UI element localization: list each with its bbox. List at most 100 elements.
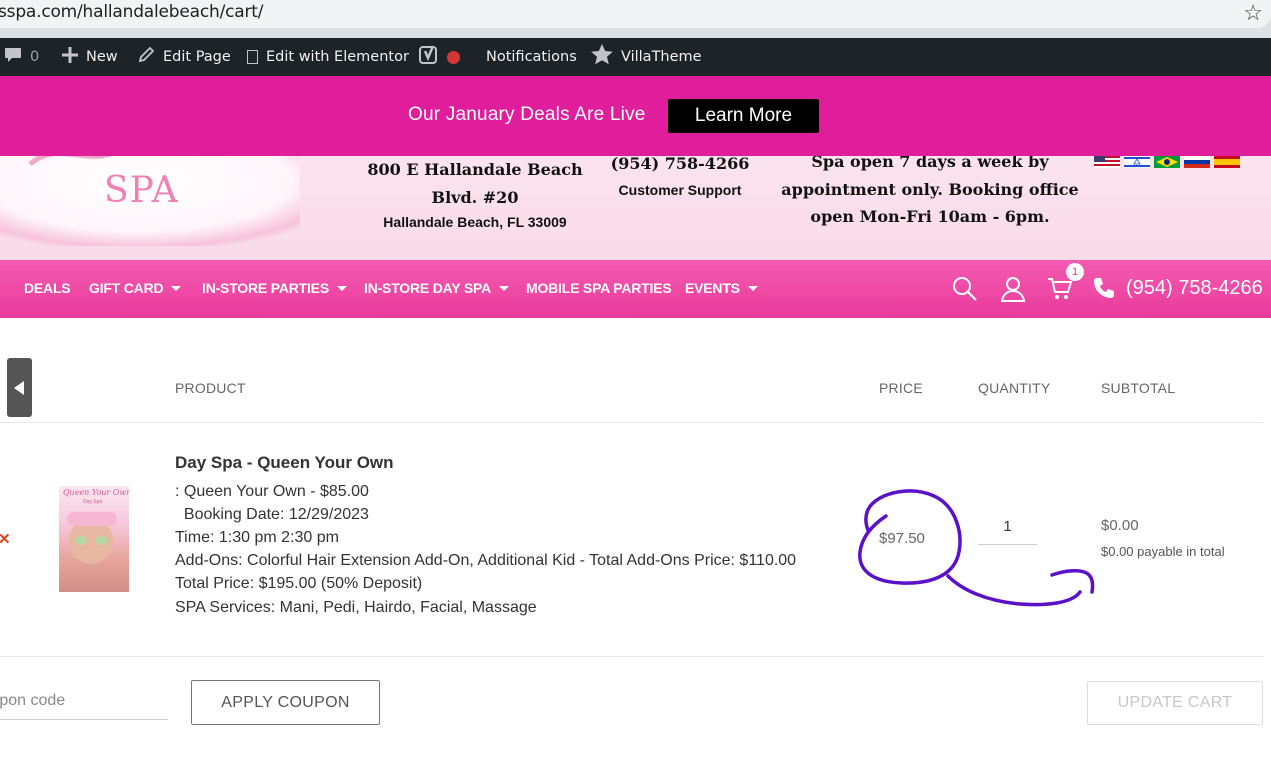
admin-bar-yoast[interactable] — [419, 38, 460, 76]
address-line2: Blvd. #20 — [431, 188, 519, 207]
nav-item-in-store-parties[interactable]: IN-STORE PARTIES — [202, 280, 347, 296]
header-price: PRICE — [879, 380, 923, 396]
coupon-code-input[interactable]: Coupon code — [0, 685, 168, 720]
admin-bar-comments[interactable]: 0 — [4, 38, 39, 76]
villatheme-label: VillaTheme — [621, 49, 702, 65]
account-icon[interactable] — [1000, 276, 1026, 302]
caret-down-icon — [498, 285, 509, 291]
admin-bar-edit-elementor[interactable]: Edit with Elementor — [247, 38, 409, 76]
nav-label: EVENTS — [685, 280, 740, 296]
admin-bar-villatheme[interactable]: VillaTheme — [591, 38, 702, 76]
product-meta-line: SPA Services: Mani, Pedi, Hairdo, Facial… — [175, 599, 537, 616]
nav-label: DEALS — [24, 280, 71, 296]
edit-elementor-label: Edit with Elementor — [266, 49, 409, 65]
pencil-icon — [138, 46, 155, 68]
logo-text[interactable]: SPA — [104, 170, 179, 211]
star-icon[interactable]: ☆ — [1243, 0, 1263, 26]
wp-admin-bar: 0 New Edit Page Edit with Elementor Noti… — [0, 38, 1271, 76]
thumbnail-eye — [95, 536, 107, 545]
payable-note: $0.00 payable in total — [1101, 544, 1225, 559]
header-quantity: QUANTITY — [978, 380, 1051, 396]
spain-flag-icon[interactable] — [1214, 156, 1240, 168]
product-meta-line: Booking Date: 12/29/2023 — [175, 506, 369, 523]
phone-icon — [1094, 278, 1114, 298]
thumbnail-eye — [75, 536, 87, 545]
cart-icon[interactable] — [1047, 276, 1073, 302]
item-subtotal: $0.00 — [1101, 517, 1139, 534]
row-divider — [0, 656, 1263, 657]
nav-phone[interactable]: (954) 758-4266 — [1126, 277, 1263, 300]
customer-support-label: Customer Support — [618, 182, 742, 198]
thumbnail-subtitle: Day Spa — [83, 499, 103, 505]
edit-page-label: Edit Page — [163, 49, 231, 65]
address-line1: 800 E Hallandale Beach — [367, 160, 583, 179]
cart-count-badge: 1 — [1066, 263, 1084, 281]
header-product: PRODUCT — [175, 380, 246, 396]
main-nav: DEALS GIFT CARD IN-STORE PARTIES IN-STOR… — [0, 260, 1271, 318]
russia-flag-icon[interactable] — [1184, 156, 1210, 168]
header-divider — [0, 422, 1263, 423]
phone-block: (954) 758-4266 Customer Support — [600, 156, 760, 198]
product-name-link[interactable]: Day Spa - Queen Your Own — [175, 453, 394, 473]
language-flags — [1094, 156, 1240, 168]
admin-bar-new[interactable]: New — [62, 38, 118, 76]
nav-item-mobile-spa-parties[interactable]: MOBILE SPA PARTIES — [526, 280, 672, 296]
israel-flag-icon[interactable] — [1124, 156, 1150, 168]
hours-line3: open Mon-Fri 10am - 6pm. — [810, 207, 1050, 226]
apply-coupon-button[interactable]: APPLY COUPON — [191, 680, 380, 725]
search-icon[interactable] — [952, 276, 978, 302]
page: sspa.com/hallandalebeach/cart/ ☆ 0 New E… — [0, 0, 1271, 767]
star-filled-icon — [591, 44, 613, 70]
promo-banner: Our January Deals Are Live Learn More — [0, 76, 1271, 156]
address-bar[interactable]: sspa.com/hallandalebeach/cart/ — [0, 0, 1271, 28]
hours-line2: appointment only. Booking office — [781, 179, 1079, 199]
comment-icon — [4, 47, 22, 68]
thumbnail-title: Queen Your Own — [63, 488, 129, 497]
thumbnail-headband — [67, 512, 117, 526]
item-price: $97.50 — [879, 530, 925, 547]
caret-down-icon — [747, 285, 758, 291]
product-meta-line: : Queen Your Own - $85.00 — [175, 483, 369, 500]
arrow-left-icon — [14, 381, 24, 395]
url-text[interactable]: sspa.com/hallandalebeach/cart/ — [0, 2, 263, 22]
hours-block: Spa open 7 days a week by appointment on… — [780, 156, 1080, 231]
nav-item-deals[interactable]: DEALS — [24, 280, 71, 296]
product-meta-line: Add-Ons: Colorful Hair Extension Add-On,… — [175, 552, 797, 569]
nav-item-gift-card[interactable]: GIFT CARD — [89, 280, 182, 296]
address-line3: Hallandale Beach, FL 33009 — [383, 214, 567, 230]
notifications-label: Notifications — [486, 49, 577, 65]
browser-toolbar: sspa.com/hallandalebeach/cart/ ☆ — [0, 0, 1271, 38]
product-meta-line: Total Price: $195.00 (50% Deposit) — [175, 575, 423, 592]
header-subtotal: SUBTOTAL — [1101, 380, 1176, 396]
nav-item-events[interactable]: EVENTS — [685, 280, 758, 296]
nav-label: MOBILE SPA PARTIES — [526, 280, 672, 296]
nav-item-in-store-day-spa[interactable]: IN-STORE DAY SPA — [364, 280, 509, 296]
comments-count: 0 — [30, 49, 40, 65]
update-cart-button[interactable]: UPDATE CART — [1087, 681, 1263, 725]
quantity-input[interactable]: 1 — [978, 508, 1037, 545]
caret-down-icon — [171, 285, 182, 291]
seo-status-dot — [447, 50, 460, 64]
promo-text: Our January Deals Are Live — [408, 104, 646, 125]
site-header: SPA 800 E Hallandale Beach Blvd. #20 Hal… — [0, 156, 1271, 260]
remove-x-icon[interactable]: ✕ — [0, 530, 11, 548]
side-collapse-tab[interactable] — [7, 358, 32, 417]
admin-bar-edit-page[interactable]: Edit Page — [138, 38, 231, 76]
coupon-placeholder: Coupon code — [0, 692, 66, 709]
plus-icon — [62, 46, 78, 68]
product-thumbnail[interactable]: Queen Your Own Day Spa — [59, 486, 129, 592]
brazil-flag-icon[interactable] — [1154, 156, 1180, 168]
nav-label: GIFT CARD — [89, 280, 164, 296]
us-flag-icon[interactable] — [1094, 156, 1120, 168]
header-phone[interactable]: (954) 758-4266 — [600, 156, 760, 172]
elementor-icon — [247, 50, 258, 64]
new-label: New — [86, 49, 118, 65]
caret-down-icon — [336, 285, 347, 291]
nav-label: IN-STORE DAY SPA — [364, 280, 491, 296]
admin-bar-notifications[interactable]: Notifications — [486, 38, 577, 76]
product-meta-line: Time: 1:30 pm 2:30 pm — [175, 529, 339, 546]
address-block: 800 E Hallandale Beach Blvd. #20 Halland… — [360, 156, 590, 230]
learn-more-button[interactable]: Learn More — [668, 99, 819, 133]
hours-line1: Spa open 7 days a week by — [811, 156, 1049, 171]
yoast-icon — [419, 45, 439, 70]
